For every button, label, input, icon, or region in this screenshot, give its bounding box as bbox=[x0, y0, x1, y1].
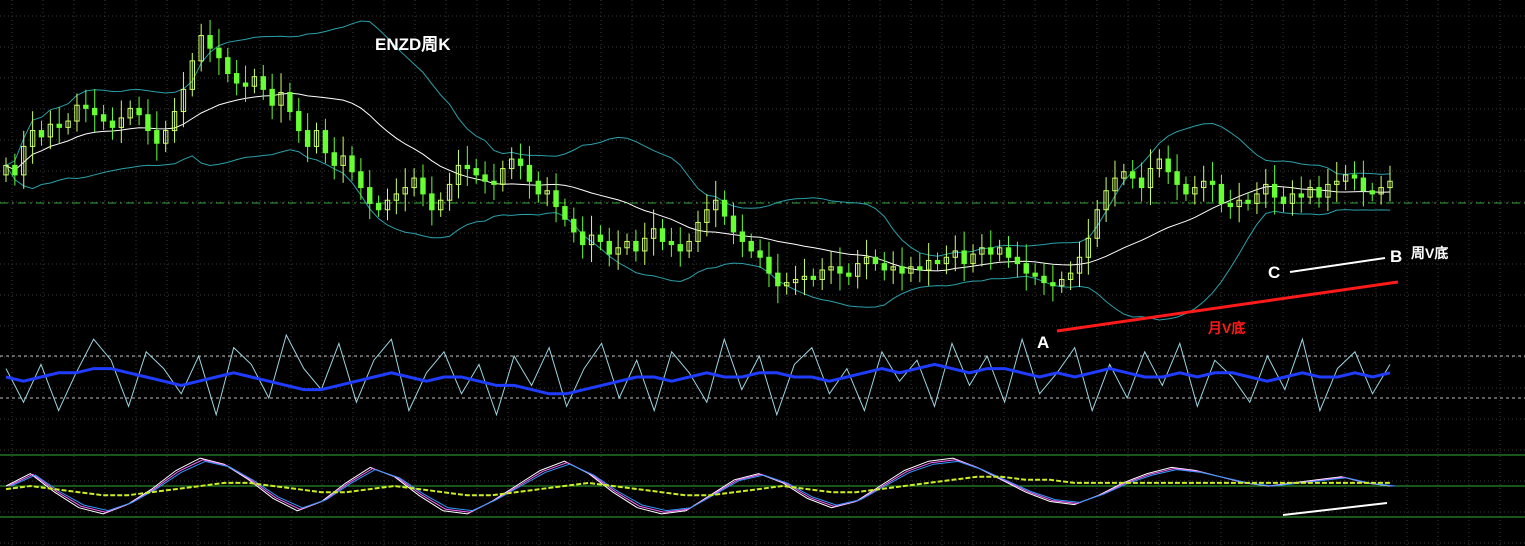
candle-body bbox=[1280, 196, 1287, 204]
candle-body bbox=[1271, 183, 1278, 198]
candle-body bbox=[553, 190, 559, 208]
candle-body bbox=[1165, 158, 1171, 173]
candle-body bbox=[872, 256, 879, 265]
candle-body bbox=[1316, 187, 1322, 198]
candle-body bbox=[837, 266, 843, 274]
candle-body bbox=[1369, 190, 1375, 195]
point-b-label: B bbox=[1390, 247, 1402, 266]
candle-body bbox=[287, 92, 293, 113]
candle-body bbox=[1227, 202, 1234, 208]
candle-body bbox=[1360, 177, 1367, 192]
weekly-v-bottom-label: 周V底 bbox=[1411, 245, 1448, 261]
candle-body bbox=[242, 82, 249, 87]
candle-body bbox=[100, 114, 107, 122]
candle-body bbox=[1032, 272, 1038, 277]
price-chart: ENZD周K A B C 周V底 月V底 bbox=[0, 0, 1525, 546]
candle-body bbox=[606, 240, 612, 255]
candle-body bbox=[154, 130, 160, 144]
candle-body bbox=[1041, 275, 1047, 284]
candle-body bbox=[233, 73, 240, 84]
candle-body bbox=[917, 266, 923, 271]
candle-body bbox=[109, 120, 116, 128]
candle-body bbox=[739, 231, 746, 242]
point-c-label: C bbox=[1268, 263, 1280, 282]
candle-body bbox=[597, 234, 604, 242]
candle-body bbox=[757, 250, 763, 258]
candle-body bbox=[1174, 171, 1180, 185]
candle-body bbox=[1351, 174, 1358, 179]
candle-body bbox=[988, 247, 994, 255]
candle-body bbox=[491, 180, 497, 185]
candle-body bbox=[145, 114, 151, 132]
candle-body bbox=[304, 130, 311, 147]
candle-body bbox=[420, 177, 426, 195]
candle-body bbox=[633, 240, 639, 252]
candle-body bbox=[358, 171, 364, 189]
candle-body bbox=[748, 240, 754, 252]
candle-body bbox=[721, 199, 728, 217]
monthly-v-bottom-label: 月V底 bbox=[1207, 320, 1245, 336]
candle-body bbox=[846, 272, 852, 277]
candle-body bbox=[579, 231, 586, 246]
candle-body bbox=[659, 228, 666, 242]
candle-body bbox=[517, 158, 524, 166]
candle-body bbox=[260, 76, 266, 90]
candle-body bbox=[899, 266, 905, 274]
candle-body bbox=[562, 206, 568, 220]
candle-body bbox=[571, 218, 577, 233]
candle-body bbox=[961, 250, 967, 265]
candle-body bbox=[56, 123, 62, 128]
candle-body bbox=[482, 174, 488, 182]
candle-body bbox=[367, 187, 373, 204]
candle-body bbox=[1298, 193, 1304, 198]
candle-body bbox=[1014, 256, 1021, 265]
candle-body bbox=[1245, 199, 1251, 204]
candle-body bbox=[464, 164, 471, 170]
candle-body bbox=[1050, 282, 1056, 287]
candle-body bbox=[1183, 183, 1189, 195]
candle-body bbox=[934, 259, 941, 265]
candle-body bbox=[349, 155, 355, 173]
point-a-label: A bbox=[1037, 333, 1049, 352]
candle-body bbox=[775, 272, 781, 287]
candle-body bbox=[136, 107, 142, 116]
candle-body bbox=[331, 152, 337, 166]
candle-body bbox=[207, 35, 213, 49]
candle-body bbox=[92, 107, 98, 116]
candle-body bbox=[38, 130, 45, 138]
candle-body bbox=[1130, 171, 1136, 179]
candle-body bbox=[429, 193, 435, 211]
candle-body bbox=[881, 263, 888, 271]
candle-body bbox=[526, 164, 533, 182]
candle-body bbox=[1209, 180, 1216, 185]
candle-body bbox=[225, 57, 231, 75]
candle-body bbox=[766, 256, 772, 274]
candle-body bbox=[1218, 183, 1225, 204]
candle-body bbox=[1138, 177, 1145, 189]
candle-body bbox=[12, 164, 18, 176]
candle-body bbox=[322, 130, 329, 154]
candle-body bbox=[473, 168, 479, 176]
candle-body bbox=[216, 47, 222, 59]
candle-body bbox=[535, 180, 542, 195]
chart-title: ENZD周K bbox=[375, 35, 451, 54]
candle-body bbox=[1023, 263, 1029, 274]
candle-body bbox=[375, 202, 382, 211]
candle-body bbox=[810, 275, 817, 280]
candle-body bbox=[1005, 247, 1012, 258]
candle-body bbox=[730, 215, 737, 233]
candle-body bbox=[677, 244, 683, 252]
candle-body bbox=[269, 88, 275, 106]
candle-body bbox=[83, 104, 89, 109]
candle-body bbox=[668, 240, 675, 246]
candle-body bbox=[296, 111, 302, 132]
